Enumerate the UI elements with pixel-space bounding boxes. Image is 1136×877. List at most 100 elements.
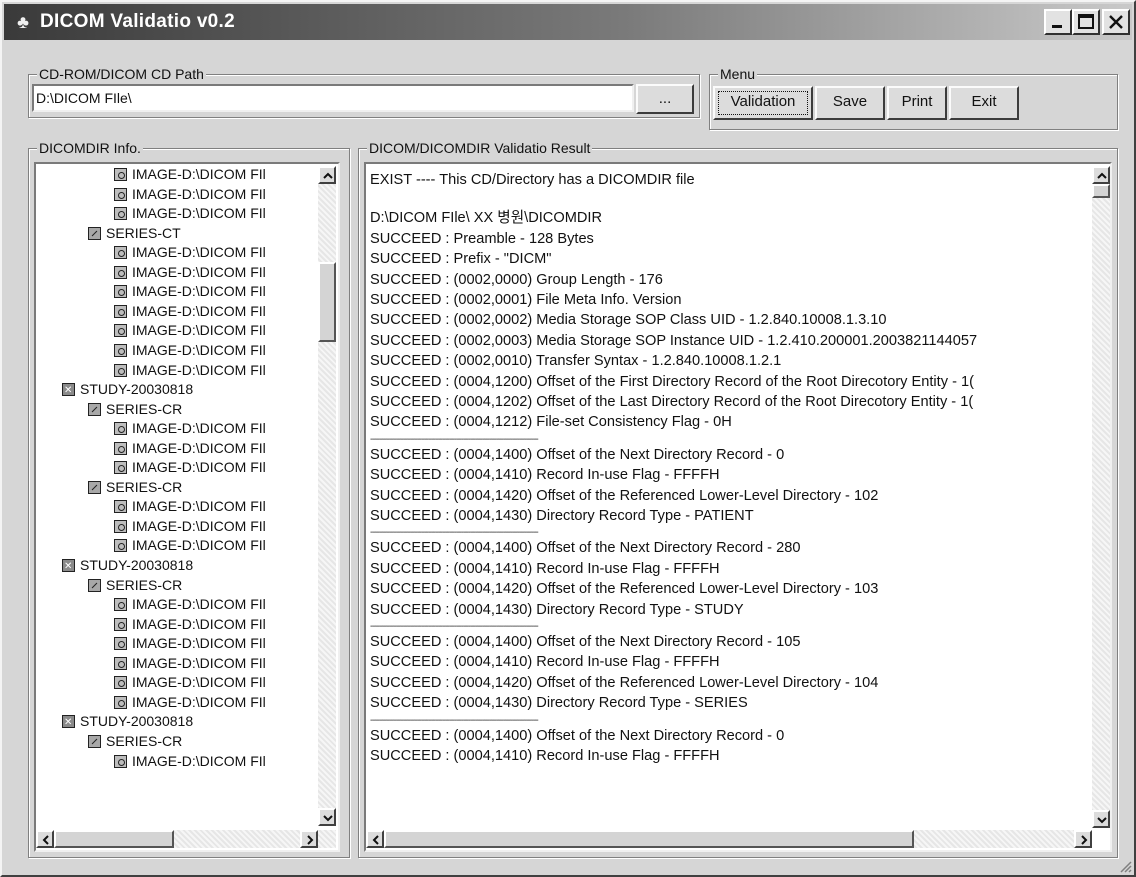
result-scroll-up-button[interactable] — [1092, 166, 1110, 184]
image-node-icon — [114, 344, 127, 357]
image-node-icon — [114, 207, 127, 220]
tree-item-study[interactable]: STUDY-20030818 — [62, 712, 194, 732]
series-node-icon — [88, 403, 101, 416]
close-button[interactable] — [1102, 9, 1130, 35]
minimize-button[interactable] — [1044, 9, 1072, 35]
title-bar[interactable]: ♣ DICOM Validatio v0.2 — [4, 4, 1132, 40]
exit-button[interactable]: Exit — [949, 86, 1019, 120]
tree-scroll-right-button[interactable] — [300, 830, 318, 848]
result-line: SUCCEED : Preamble - 128 Bytes — [370, 230, 594, 247]
tree-item-image[interactable]: IMAGE-D:\DICOM FIl — [114, 752, 266, 770]
dicomdir-tree[interactable]: IMAGE-D:\DICOM FIl IMAGE-D:\DICOM FIl IMAG… — [40, 165, 320, 825]
image-node-icon — [114, 598, 127, 611]
tree-item-image[interactable]: IMAGE-D:\DICOM FIl — [114, 458, 266, 476]
tree-item-label: IMAGE-D:\DICOM FIl — [132, 635, 266, 651]
tree-item-study[interactable]: STUDY-20030818 — [62, 556, 193, 576]
tree-item-label: STUDY-20030818 — [80, 381, 194, 397]
tree-item-image[interactable]: IMAGE-D:\DICOM FIl — [114, 693, 266, 711]
tree-item-label: IMAGE-D:\DICOM FIl — [132, 166, 266, 182]
tree-scroll-up-button[interactable] — [318, 166, 336, 184]
tree-item-image[interactable]: IMAGE-D:\DICOM FIl — [114, 419, 266, 437]
tree-scroll-left-button[interactable] — [36, 830, 54, 848]
result-line: SUCCEED : (0004,1212) File-set Consisten… — [370, 414, 732, 431]
result-line: SUCCEED : (0004,1410) Record In-use Flag… — [370, 560, 720, 577]
result-scroll-down-button[interactable] — [1092, 810, 1110, 828]
tree-item-image[interactable]: IMAGE-D:\DICOM FIl — [114, 634, 266, 652]
tree-item-label: SERIES-CR — [106, 733, 183, 749]
tree-item-series[interactable]: SERIES-CR — [88, 732, 182, 750]
tree-item-image[interactable]: IMAGE-D:\DICOM FIl — [114, 282, 266, 300]
tree-item-image[interactable]: IMAGE-D:\DICOM FIl — [114, 185, 266, 203]
image-node-icon — [114, 755, 127, 768]
tree-item-image[interactable]: IMAGE-D:\DICOM FIl — [114, 321, 266, 339]
image-node-icon — [114, 188, 127, 201]
result-line: SUCCEED : (0004,1410) Record In-use Flag… — [370, 654, 720, 671]
tree-scroll-thumb[interactable] — [318, 262, 336, 342]
tree-item-image[interactable]: IMAGE-D:\DICOM FIl — [114, 673, 266, 691]
maximize-icon — [1078, 14, 1094, 29]
print-button[interactable]: Print — [887, 86, 947, 120]
tree-item-image[interactable]: IMAGE-D:\DICOM FIl — [114, 341, 266, 359]
tree-item-label: IMAGE-D:\DICOM FIl — [132, 244, 266, 260]
tree-item-image[interactable]: IMAGE-D:\DICOM FIl — [114, 243, 266, 261]
tree-item-image[interactable]: IMAGE-D:\DICOM FIl — [114, 517, 266, 535]
result-scroll-left-button[interactable] — [366, 830, 384, 848]
image-node-icon — [114, 520, 127, 533]
result-line: SUCCEED : (0004,1400) Offset of the Next… — [370, 446, 785, 463]
result-line: SUCCEED : (0004,1420) Offset of the Refe… — [370, 674, 879, 691]
validation-result-text[interactable]: EXIST ---- This CD/Directory has a DICOM… — [370, 170, 1092, 828]
tree-item-label: IMAGE-D:\DICOM FIl — [132, 440, 266, 456]
tree-item-label: IMAGE-D:\DICOM FIl — [132, 537, 266, 553]
validation-button[interactable]: Validation — [713, 86, 813, 120]
chevron-up-icon — [323, 172, 333, 179]
browse-button[interactable]: ... — [636, 84, 694, 114]
result-separator: ----------------------------------------… — [370, 433, 539, 445]
tree-item-image[interactable]: IMAGE-D:\DICOM FIl — [114, 204, 266, 222]
tree-item-label: IMAGE-D:\DICOM FIl — [132, 498, 266, 514]
tree-item-series[interactable]: SERIES-CR — [88, 576, 182, 594]
tree-item-series[interactable]: SERIES-CR — [88, 478, 182, 496]
result-scroll-right-button[interactable] — [1074, 830, 1092, 848]
image-node-icon — [114, 324, 127, 337]
cd-path-input[interactable]: D:\DICOM FIle\ — [32, 84, 634, 112]
result-line: SUCCEED : (0002,0000) Group Length - 176 — [370, 271, 663, 288]
tree-item-image[interactable]: IMAGE-D:\DICOM FIl — [114, 654, 266, 672]
tree-item-label: IMAGE-D:\DICOM FIl — [132, 186, 266, 202]
tree-item-image[interactable]: IMAGE-D:\DICOM FIl — [114, 302, 266, 320]
tree-item-image[interactable]: IMAGE-D:\DICOM FIl — [114, 497, 266, 515]
result-vertical-scrollbar[interactable] — [1092, 166, 1110, 828]
tree-item-image[interactable]: IMAGE-D:\DICOM FIl — [114, 263, 266, 281]
dicomdir-info-label: DICOMDIR Info. — [37, 139, 143, 157]
tree-item-series[interactable]: SERIES-CT — [88, 224, 181, 242]
result-horizontal-scrollbar[interactable] — [366, 830, 1092, 848]
image-node-icon — [114, 246, 127, 259]
chevron-left-icon — [372, 835, 379, 845]
tree-item-label: IMAGE-D:\DICOM FIl — [132, 518, 266, 534]
resize-grip-icon[interactable] — [1118, 859, 1132, 873]
tree-item-image[interactable]: IMAGE-D:\DICOM FIl — [114, 595, 266, 613]
result-line: SUCCEED : (0002,0003) Media Storage SOP … — [370, 332, 978, 349]
result-line: SUCCEED : (0004,1200) Offset of the Firs… — [370, 373, 974, 390]
tree-item-image[interactable]: IMAGE-D:\DICOM FIl — [114, 361, 266, 379]
tree-item-label: SERIES-CT — [106, 225, 181, 241]
tree-scroll-down-button[interactable] — [318, 808, 336, 826]
tree-item-image[interactable]: IMAGE-D:\DICOM FIl — [114, 615, 266, 633]
result-hscroll-thumb[interactable] — [384, 830, 914, 848]
result-line: SUCCEED : Prefix - "DICM" — [370, 251, 552, 268]
tree-vertical-scrollbar[interactable] — [318, 166, 336, 826]
tree-item-label: STUDY-20030818 — [80, 713, 194, 729]
save-button[interactable]: Save — [815, 86, 885, 120]
maximize-button[interactable] — [1072, 9, 1100, 35]
tree-item-study[interactable]: STUDY-20030818 — [62, 380, 194, 400]
result-scroll-thumb[interactable] — [1092, 184, 1110, 198]
tree-horizontal-scrollbar[interactable] — [36, 830, 336, 848]
tree-hscroll-thumb[interactable] — [54, 830, 174, 848]
tree-item-series[interactable]: SERIES-CR — [88, 400, 182, 418]
tree-item-image[interactable]: IMAGE-D:\DICOM FIl — [114, 439, 266, 457]
image-node-icon — [114, 657, 127, 670]
image-node-icon — [114, 305, 127, 318]
tree-item-image[interactable]: IMAGE-D:\DICOM FIl — [114, 165, 266, 183]
image-node-icon — [114, 266, 127, 279]
tree-item-image[interactable]: IMAGE-D:\DICOM FIl — [114, 536, 266, 554]
menu-group-label: Menu — [718, 65, 758, 83]
